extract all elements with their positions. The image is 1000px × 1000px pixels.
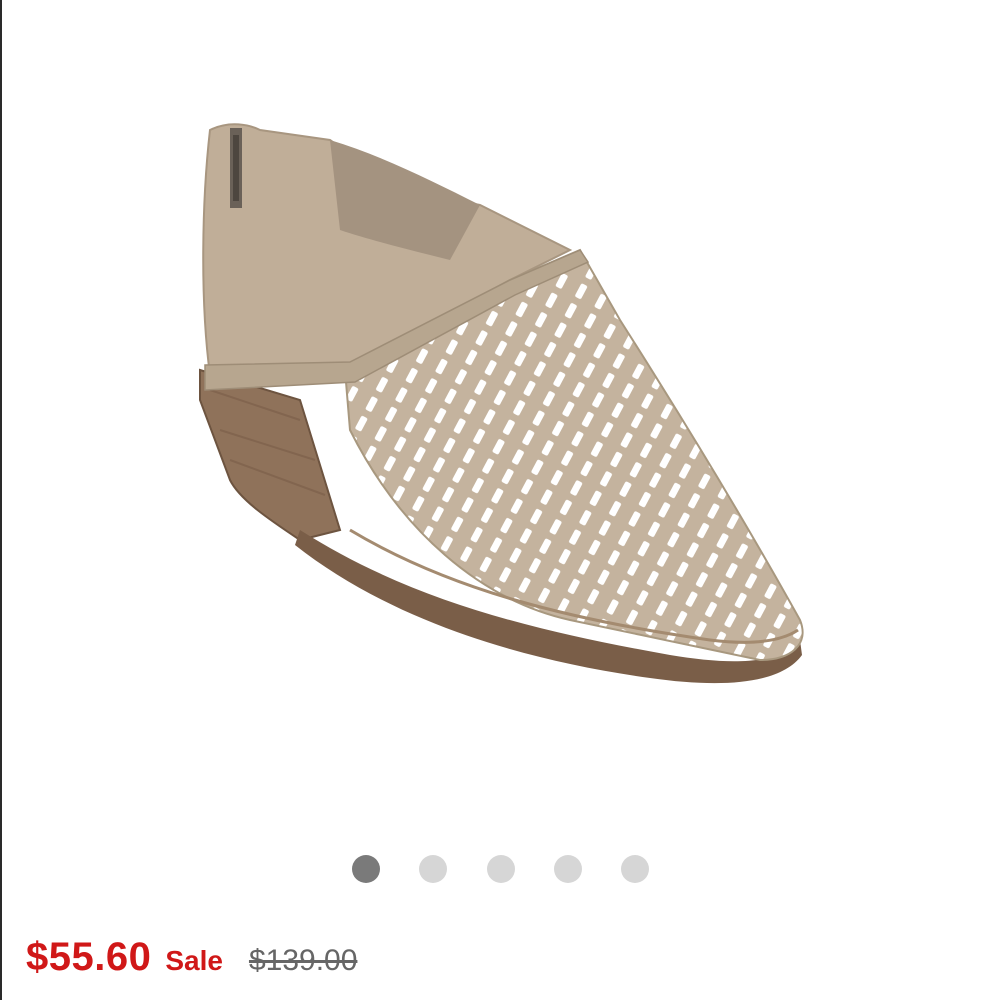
- sale-price: $55.60: [26, 935, 152, 979]
- carousel-dot-1[interactable]: [352, 855, 380, 883]
- carousel-dot-5[interactable]: [621, 855, 649, 883]
- carousel-dot-2[interactable]: [419, 855, 447, 883]
- carousel-dot-4[interactable]: [554, 855, 582, 883]
- bootie-illustration: [199, 123, 804, 684]
- original-price: $139.00: [248, 944, 358, 977]
- image-carousel-dots: [0, 852, 1000, 886]
- product-image[interactable]: [150, 100, 850, 740]
- sale-label: Sale: [165, 945, 223, 976]
- product-page: $55.60 Sale $139.00: [0, 0, 1000, 1000]
- carousel-dot-3[interactable]: [487, 855, 515, 883]
- left-border: [0, 0, 2, 1000]
- price-row: $55.60 Sale $139.00: [26, 935, 357, 995]
